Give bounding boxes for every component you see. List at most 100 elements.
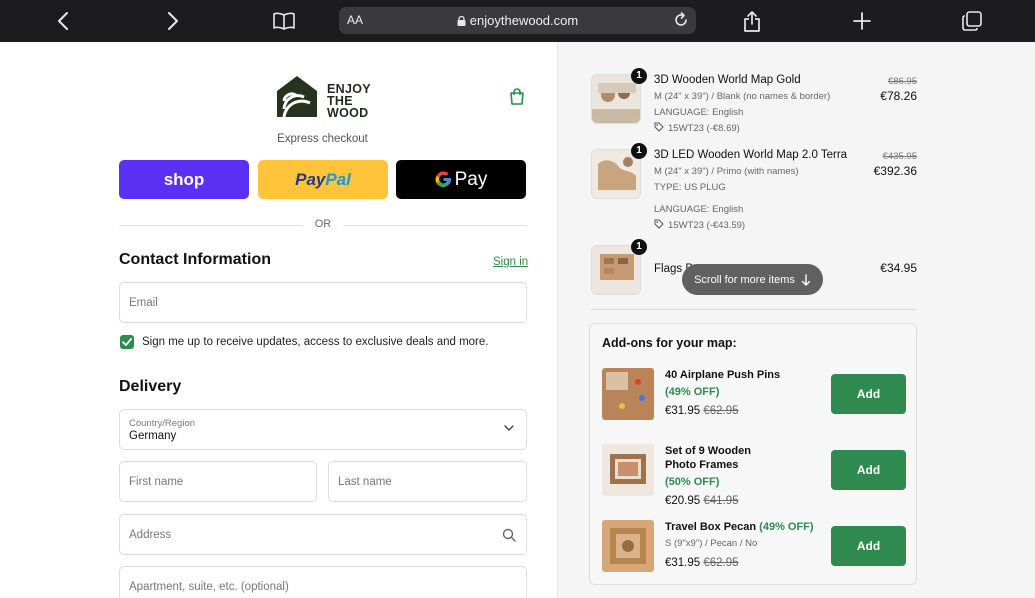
addon-sale-price: €20.95 [665,495,701,507]
item-variant: M (24" x 39") / Primo (with names) [654,166,799,177]
item-price: €34.95 [880,261,917,275]
addon-item: Travel Box Pecan (49% OFF) S (9"x9") / P… [602,520,906,572]
cart-bag-icon[interactable] [509,88,525,105]
line-item: 1 3D LED Wooden World Map 2.0 Terra M (2… [591,143,917,231]
summary-divider [591,309,917,310]
addon-title-text: 40 Airplane Push Pins [665,369,781,381]
item-type: TYPE: US PLUG [654,182,726,193]
forward-icon[interactable] [160,8,186,34]
addons-heading: Add-ons for your map: [602,336,737,350]
item-title: 3D LED Wooden World Map 2.0 Terra [654,149,848,161]
scroll-hint-label: Scroll for more items [694,273,795,286]
addon-title: Travel Box Pecan (49% OFF) [665,520,814,534]
addon-sale-price: €31.95 [665,557,701,569]
google-g-icon [435,171,451,188]
addon-title: 40 Airplane Push Pins [665,368,780,382]
quantity-badge: 1 [631,143,647,159]
paypal-label-part-1: Pay [295,169,326,189]
addon-discount: (49% OFF) [665,386,720,398]
new-tab-icon[interactable] [849,8,875,34]
apartment-field[interactable]: Apartment, suite, etc. (optional) [119,566,527,598]
order-summary-column: 1 3D Wooden World Map Gold M (24" x 39")… [557,42,1035,598]
apartment-placeholder: Apartment, suite, etc. (optional) [129,581,289,593]
addon-title-line-1: Set of 9 Wooden [665,445,751,457]
last-name-placeholder: Last name [338,476,392,488]
lock-icon [457,16,466,26]
reload-icon[interactable] [672,11,690,29]
last-name-field[interactable]: Last name [328,461,527,502]
addon-compare-price: €62.95 [703,557,739,569]
share-icon[interactable] [739,8,765,34]
back-icon[interactable] [50,8,76,34]
addon-sale-price: €31.95 [665,405,701,417]
paypal-button[interactable]: Pay Pal [258,160,388,199]
addon-price: €31.95 €62.95 [665,405,739,417]
item-language: LANGUAGE: English [654,204,744,215]
item-variant: M (24" x 39") / Blank (no names & border… [654,91,831,102]
email-field[interactable]: Email [119,282,527,323]
arrow-down-icon [801,273,811,286]
address-field[interactable]: Address [119,514,527,555]
line-item: 1 3D Wooden World Map Gold M (24" x 39")… [591,68,917,136]
first-name-field[interactable]: First name [119,461,317,502]
addons-panel: Add-ons for your map: 40 Airplane Push P… [589,323,917,585]
addon-discount: (50% OFF) [665,476,720,488]
item-title: 3D Wooden World Map Gold [654,74,801,86]
addon-image [602,368,654,420]
add-addon-button[interactable]: Add [831,526,906,566]
add-addon-button[interactable]: Add [831,374,906,414]
store-logo[interactable]: ENJOY THE WOOD [274,73,374,121]
or-divider: OR [119,218,527,232]
logo-wordmark: ENJOY THE WOOD [327,83,371,120]
newsletter-checkbox[interactable] [120,335,134,349]
shop-pay-button[interactable]: shop [119,160,249,199]
item-compare-price: €435.95 [882,151,917,162]
addon-item: 40 Airplane Push Pins (49% OFF) €31.95 €… [602,368,906,420]
logo-line-3: WOOD [327,106,369,120]
addon-title: Set of 9 Wooden Photo Frames [665,444,751,472]
shop-pay-label: shop [163,169,205,189]
addon-compare-price: €62.95 [703,405,739,417]
addon-variant: S (9"x9") / Pecan / No [665,538,758,549]
tag-icon [654,219,664,229]
express-checkout-text: Express checkout [277,133,368,145]
contact-heading: Contact Information [119,251,271,268]
addon-title-line-2: Photo Frames [665,459,739,471]
google-pay-label: Pay [454,168,488,190]
country-select[interactable]: Country/Region Germany [119,409,527,450]
addon-image [602,444,654,496]
add-addon-button[interactable]: Add [831,450,906,490]
addon-title-text: Travel Box Pecan [665,521,757,533]
or-text: OR [314,218,332,230]
addon-price: €20.95 €41.95 [665,495,739,507]
address-bar[interactable]: AA enjoythewood.com [339,7,696,34]
url-domain: enjoythewood.com [469,13,579,28]
or-line-right [343,225,527,226]
checkout-form-column: ENJOY THE WOOD Express checkout shop Pay… [0,42,557,598]
country-value: Germany [129,430,177,442]
first-name-placeholder: First name [129,476,184,488]
chevron-down-icon [504,425,514,431]
addon-item: Set of 9 Wooden Photo Frames (50% OFF) €2… [602,444,906,507]
country-label: Country/Region [129,418,196,429]
item-price: €392.36 [873,164,917,178]
addon-price: €31.95 €62.95 [665,557,739,569]
tabs-overview-icon[interactable] [959,8,985,34]
google-pay-button[interactable]: Pay [396,160,526,199]
logo-house-icon [277,76,317,118]
discount-code: 15WT23 (-€8.69) [668,123,740,134]
checkmark-icon [122,338,132,346]
quantity-badge: 1 [631,239,647,255]
item-language: LANGUAGE: English [654,107,744,118]
bookmarks-icon[interactable] [271,8,297,34]
newsletter-label[interactable]: Sign me up to receive updates, access to… [142,336,488,348]
discount-code: 15WT23 (-€43.59) [668,220,746,231]
item-compare-price: €86.95 [887,76,917,87]
url-display[interactable]: enjoythewood.com [339,13,696,28]
sign-in-link[interactable]: Sign in [493,256,528,268]
express-checkout-label: Express checkout [0,133,645,145]
addon-image [602,520,654,572]
scroll-more-items-button[interactable]: Scroll for more items [682,264,823,295]
address-placeholder: Address [129,529,172,541]
item-discount: 15WT23 (-€8.69) [654,122,740,134]
